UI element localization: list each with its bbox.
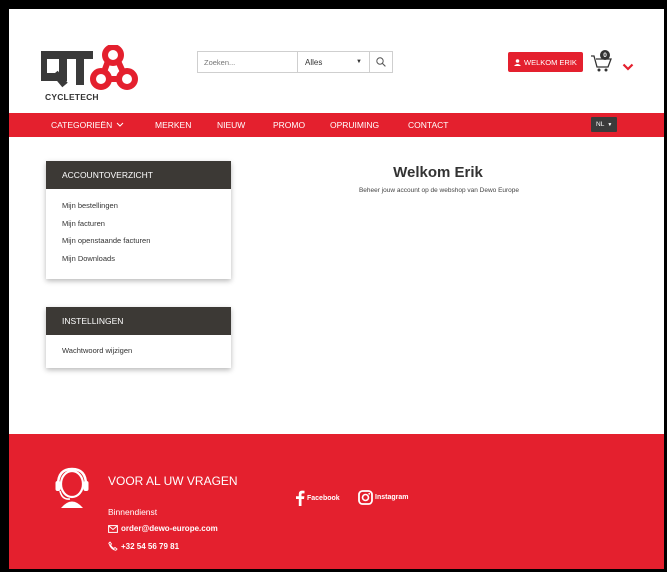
nav-categories[interactable]: CATEGORIEËN — [51, 113, 124, 137]
footer-email: order@dewo-europe.com — [121, 524, 218, 533]
browser-frame: CYCLETECH Alles ▼ WELKOM ERIK — [0, 0, 667, 572]
account-overview-title: ACCOUNTOVERZICHT — [46, 161, 231, 189]
link-change-password[interactable]: Wachtwoord wijzigen — [46, 342, 231, 360]
language-select[interactable]: NL ▼ — [591, 117, 618, 132]
footer: VOOR AL UW VRAGEN Binnendienst order@dew… — [9, 434, 664, 569]
nav-new[interactable]: NIEUW — [217, 113, 245, 137]
search-bar: Alles ▼ — [197, 51, 393, 73]
search-category-select[interactable]: Alles ▼ — [298, 52, 370, 72]
page-title: Welkom Erik — [393, 164, 483, 181]
footer-department: Binnendienst — [108, 507, 158, 517]
footer-email-link[interactable]: order@dewo-europe.com — [108, 524, 218, 533]
account-overview-panel: ACCOUNTOVERZICHT Mijn bestellingen Mijn … — [46, 161, 231, 279]
settings-title: INSTELLINGEN — [46, 307, 231, 335]
nav-brands[interactable]: MERKEN — [155, 113, 191, 137]
facebook-link[interactable]: Facebook — [295, 490, 340, 506]
envelope-icon — [108, 524, 118, 533]
header: CYCLETECH Alles ▼ WELKOM ERIK — [9, 9, 664, 113]
page: CYCLETECH Alles ▼ WELKOM ERIK — [9, 9, 664, 569]
nav-clearance[interactable]: OPRUIMING — [330, 113, 379, 137]
link-my-invoices[interactable]: Mijn facturen — [46, 215, 231, 233]
link-my-orders[interactable]: Mijn bestellingen — [46, 197, 231, 215]
main-nav: CATEGORIEËN MERKEN NIEUW PROMO OPRUIMING… — [9, 113, 664, 137]
search-input[interactable] — [198, 52, 298, 72]
nav-promo[interactable]: PROMO — [273, 113, 305, 137]
nav-categories-label: CATEGORIEËN — [51, 120, 113, 130]
cart-button[interactable]: 0 — [590, 47, 620, 75]
settings-panel: INSTELLINGEN Wachtwoord wijzigen — [46, 307, 231, 368]
nav-contact[interactable]: CONTACT — [408, 113, 448, 137]
user-icon — [514, 58, 521, 66]
link-open-invoices[interactable]: Mijn openstaande facturen — [46, 232, 231, 250]
instagram-icon — [358, 490, 373, 505]
chevron-down-icon — [116, 122, 124, 127]
caret-down-icon: ▼ — [356, 59, 362, 65]
phone-icon — [108, 541, 118, 551]
account-button-label: WELKOM ERIK — [524, 57, 577, 67]
search-icon — [376, 57, 386, 67]
facebook-icon — [296, 490, 305, 506]
logo-text: CYCLETECH — [45, 92, 99, 102]
chevron-down-icon[interactable] — [622, 58, 634, 76]
search-button[interactable] — [370, 52, 392, 72]
facebook-label: Facebook — [307, 494, 340, 502]
account-button[interactable]: WELKOM ERIK — [508, 52, 583, 72]
instagram-link[interactable]: Instagram — [358, 490, 408, 505]
cart-count-badge: 0 — [600, 50, 610, 60]
link-my-downloads[interactable]: Mijn Downloads — [46, 250, 231, 268]
language-value: NL — [596, 121, 605, 128]
search-category-value: Alles — [305, 57, 323, 67]
page-subtitle: Beheer jouw account op de webshop van De… — [358, 187, 520, 194]
footer-phone-link[interactable]: +32 54 56 79 81 — [108, 541, 179, 551]
caret-down-icon: ▼ — [607, 121, 613, 128]
footer-phone: +32 54 56 79 81 — [121, 541, 180, 551]
footer-title: VOOR AL UW VRAGEN — [108, 474, 238, 488]
headset-support-icon — [53, 464, 91, 508]
instagram-label: Instagram — [375, 494, 409, 501]
